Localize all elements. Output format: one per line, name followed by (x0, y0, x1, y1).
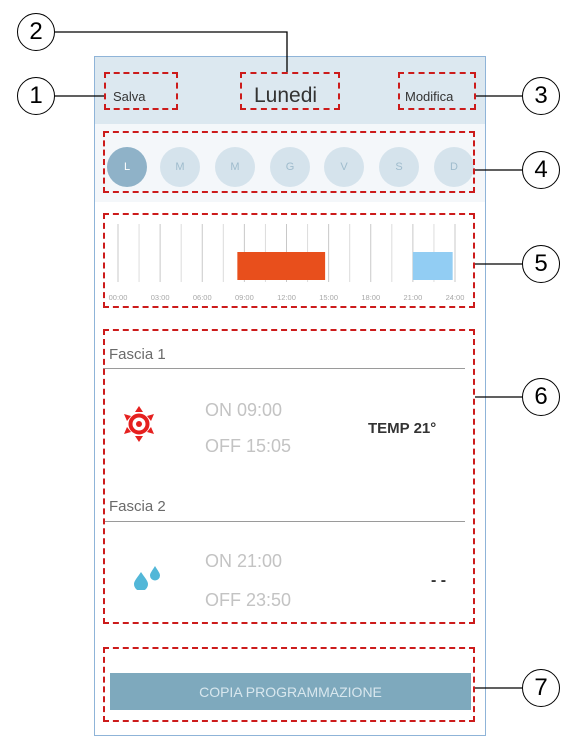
callout-1: 1 (17, 77, 55, 115)
annotation-box-timeline (103, 213, 475, 308)
callout-4: 4 (522, 151, 560, 189)
annotation-box-slots (103, 329, 475, 624)
callout-6: 6 (522, 378, 560, 416)
annotation-box-copy (103, 647, 475, 722)
annotation-box-days (103, 131, 475, 193)
callout-2: 2 (17, 13, 55, 51)
annotation-box-edit (398, 72, 476, 110)
annotation-box-save (104, 72, 178, 110)
callout-5: 5 (522, 245, 560, 283)
callout-3: 3 (522, 77, 560, 115)
callout-7: 7 (522, 669, 560, 707)
annotation-box-title (240, 72, 340, 110)
